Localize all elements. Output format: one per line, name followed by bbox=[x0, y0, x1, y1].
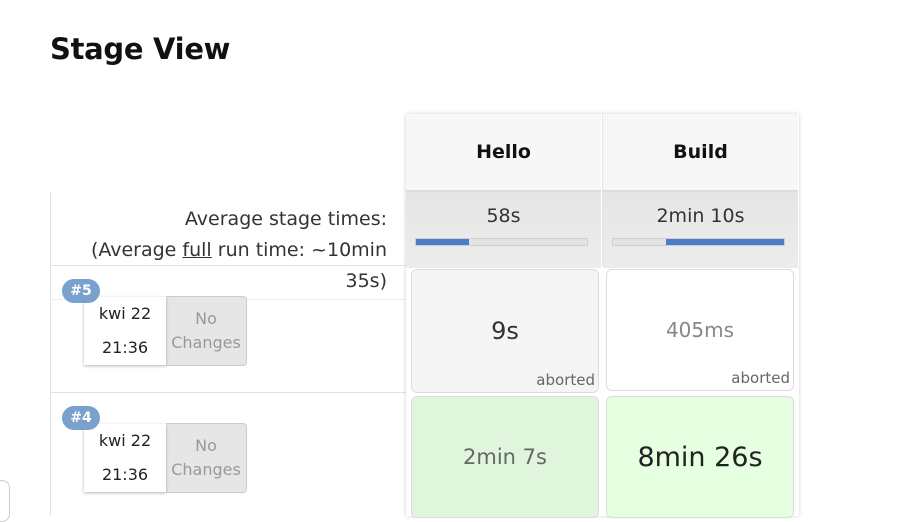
full-run-link[interactable]: full bbox=[182, 239, 211, 261]
avg-time-bar-fill bbox=[666, 239, 784, 245]
avg-full-run-time-text: (Average full run time: ~10min 35s) bbox=[90, 239, 387, 292]
avg-time-hello: 58s bbox=[406, 190, 601, 268]
avg-time-bar bbox=[415, 238, 588, 246]
page-title: Stage View bbox=[50, 32, 231, 66]
avg-time-bar bbox=[612, 238, 785, 246]
avg-stage-times-text: Average stage times: bbox=[184, 208, 387, 230]
run-date[interactable]: kwi 22 21:36 bbox=[84, 424, 166, 492]
run-date[interactable]: kwi 22 21:36 bbox=[84, 297, 166, 365]
stage-header-build[interactable]: Build bbox=[603, 114, 798, 190]
stage-cell[interactable]: 9s aborted bbox=[411, 269, 599, 393]
stage-cell[interactable]: 8min 26s bbox=[606, 396, 794, 518]
row-divider bbox=[50, 265, 406, 266]
stage-header-hello[interactable]: Hello bbox=[406, 114, 601, 190]
avg-time-bar-fill bbox=[416, 239, 469, 245]
stage-grid: Hello Build 58s 2min 10s 9s aborted 405m… bbox=[406, 114, 799, 518]
run-badge[interactable]: #5 bbox=[62, 279, 100, 303]
average-times-label: Average stage times: (Average full run t… bbox=[57, 204, 387, 297]
run-changes[interactable]: No Changes bbox=[166, 296, 247, 366]
run-changes[interactable]: No Changes bbox=[166, 423, 247, 493]
avg-time-build: 2min 10s bbox=[603, 190, 798, 268]
stage-cell[interactable]: 2min 7s bbox=[411, 396, 599, 518]
row-divider bbox=[50, 392, 406, 393]
run-badge[interactable]: #4 bbox=[62, 406, 100, 430]
stage-cell[interactable]: 405ms aborted bbox=[606, 269, 794, 391]
